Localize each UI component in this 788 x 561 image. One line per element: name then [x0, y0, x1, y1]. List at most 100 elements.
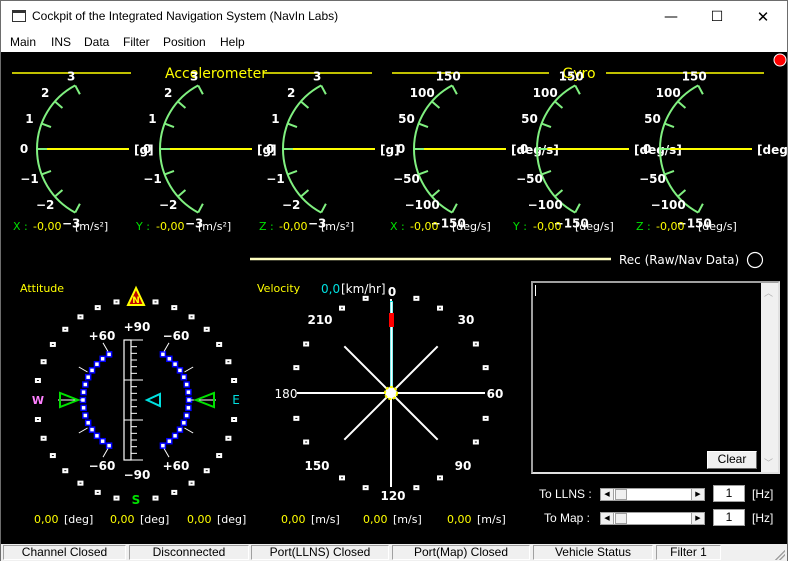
readout-axis: Y :: [512, 220, 527, 233]
roll-scale-dot: [166, 437, 173, 445]
roll-scale-dot: [183, 381, 190, 388]
compass-dot-center: [42, 437, 45, 439]
menu-main[interactable]: Main: [10, 35, 36, 49]
roll-scale-dot: [185, 396, 193, 404]
readout-unit: [m/s²]: [75, 220, 108, 233]
compass-dot-center: [51, 343, 54, 345]
gauge-tick: [41, 169, 52, 176]
gauge-scale-label: 0: [520, 142, 528, 156]
gauge-tick: [554, 189, 564, 198]
attitude-readout-value: 0,00: [110, 513, 135, 526]
roll-scale-dot: [159, 351, 167, 358]
log-scrollbar[interactable]: ︿ ﹀: [761, 283, 778, 472]
roll-scale-dot: [171, 360, 179, 368]
compass-dot-center: [42, 361, 45, 363]
menu-help[interactable]: Help: [220, 35, 245, 49]
close-button[interactable]: ✕: [740, 1, 786, 32]
compass-dot-center: [64, 328, 67, 330]
velocity-dial-dot-center: [295, 417, 298, 419]
roll-scale-dot: [99, 355, 106, 363]
menu-filter[interactable]: Filter: [123, 35, 150, 49]
gauge-scale-label: −50: [639, 172, 666, 186]
compass-south: S: [132, 493, 141, 507]
roll-scale-dot: [176, 367, 184, 374]
gauge-scale-label: 150: [559, 69, 584, 83]
velocity-dial-dot-center: [364, 487, 367, 489]
scroll-down-icon[interactable]: ﹀: [764, 456, 773, 469]
map-rate-input[interactable]: 1: [713, 509, 745, 526]
readout-unit: [deg/s]: [575, 220, 614, 233]
gauge-scale-label: 1: [271, 112, 279, 126]
menu-position[interactable]: Position: [163, 35, 206, 49]
gauge-tick: [320, 84, 327, 95]
gauge-tick: [664, 169, 675, 176]
resize-grip-icon[interactable]: [775, 550, 785, 560]
gauge-scale-label: 2: [164, 86, 172, 100]
compass-dot-center: [173, 491, 176, 493]
compass-north: N: [132, 296, 140, 306]
slider-thumb[interactable]: [615, 489, 627, 500]
roll-scale-tick: [184, 366, 194, 373]
slider-left-arrow-icon[interactable]: ◀: [601, 513, 614, 524]
window-title: Cockpit of the Integrated Navigation Sys…: [32, 9, 339, 23]
velocity-dial-dot-center: [305, 343, 308, 345]
velocity-dial-dot-center: [484, 417, 487, 419]
gauge-scale-label: 50: [398, 112, 415, 126]
compass-dot-center: [96, 491, 99, 493]
compass-dot-center: [115, 497, 118, 499]
clear-button[interactable]: Clear: [707, 451, 757, 469]
scroll-up-icon[interactable]: ︿: [764, 286, 773, 299]
gauge-scale-label: 50: [644, 112, 661, 126]
menu-ins[interactable]: INS: [51, 35, 71, 49]
gauge-tick: [177, 100, 187, 109]
roll-scale-tick: [102, 342, 109, 352]
roll-scale-dot: [88, 426, 96, 433]
status-connection: Disconnected: [129, 545, 249, 560]
minimize-button-glyph[interactable]: —: [648, 1, 694, 32]
compass-dot-center: [218, 455, 221, 457]
gauge-scale-label: 0: [266, 142, 274, 156]
llns-rate-input[interactable]: 1: [713, 485, 745, 502]
status-vehicle: Vehicle Status: [533, 545, 653, 560]
gauge-tick: [54, 189, 64, 198]
roll-scale-tick: [184, 427, 194, 434]
compass-west: W: [32, 394, 44, 407]
readout-value: -0,00: [279, 220, 307, 233]
maximize-button[interactable]: ☐: [694, 1, 740, 32]
map-rate-slider[interactable]: ◀ ▶: [600, 512, 705, 525]
status-port-map: Port(Map) Closed: [392, 545, 530, 560]
menu-data[interactable]: Data: [84, 35, 109, 49]
pitch-pointer-icon: [144, 392, 161, 408]
slider-right-arrow-icon[interactable]: ▶: [691, 513, 704, 524]
roll-scale-dot: [180, 373, 188, 381]
attitude-readout-unit: [deg]: [140, 513, 169, 526]
slider-left-arrow-icon[interactable]: ◀: [601, 489, 614, 500]
slider-thumb[interactable]: [615, 513, 627, 524]
compass-dot-center: [36, 379, 39, 381]
gauge-tick: [287, 169, 298, 176]
gauge-scale-label: −2: [36, 198, 54, 212]
status-port-llns: Port(LLNS) Closed: [251, 545, 389, 560]
gauge-scale-label: −100: [528, 198, 563, 212]
compass-dot-center: [173, 307, 176, 309]
velocity-dial-label: 30: [458, 313, 475, 327]
accel-gauge-0: 3210−1−2−3[g]X : -0,00 [m/s²]: [13, 69, 154, 233]
velocity-dial-dot-center: [341, 477, 343, 479]
roll-scale-dot: [82, 412, 89, 419]
velocity-title: Velocity: [257, 282, 301, 295]
gauge-tick: [574, 203, 581, 214]
readout-unit: [m/s²]: [321, 220, 354, 233]
compass-dot-center: [227, 361, 230, 363]
roll-label: −60: [89, 459, 116, 473]
accel-gauge-1: 3210−1−2−3[g]Y : -0,00 [m/s²]: [135, 69, 277, 233]
roll-scale-tick: [163, 448, 170, 458]
compass-dot-center: [115, 301, 118, 303]
gauge-scale-label: 3: [313, 69, 321, 83]
roll-scale-dot: [171, 432, 179, 440]
log-textarea[interactable]: ︿ ﹀: [531, 281, 780, 474]
gauge-tick: [418, 122, 429, 129]
slider-right-arrow-icon[interactable]: ▶: [691, 489, 704, 500]
llns-rate-slider[interactable]: ◀ ▶: [600, 488, 705, 501]
gauge-tick: [300, 100, 310, 109]
rec-toggle-button[interactable]: [746, 251, 764, 269]
